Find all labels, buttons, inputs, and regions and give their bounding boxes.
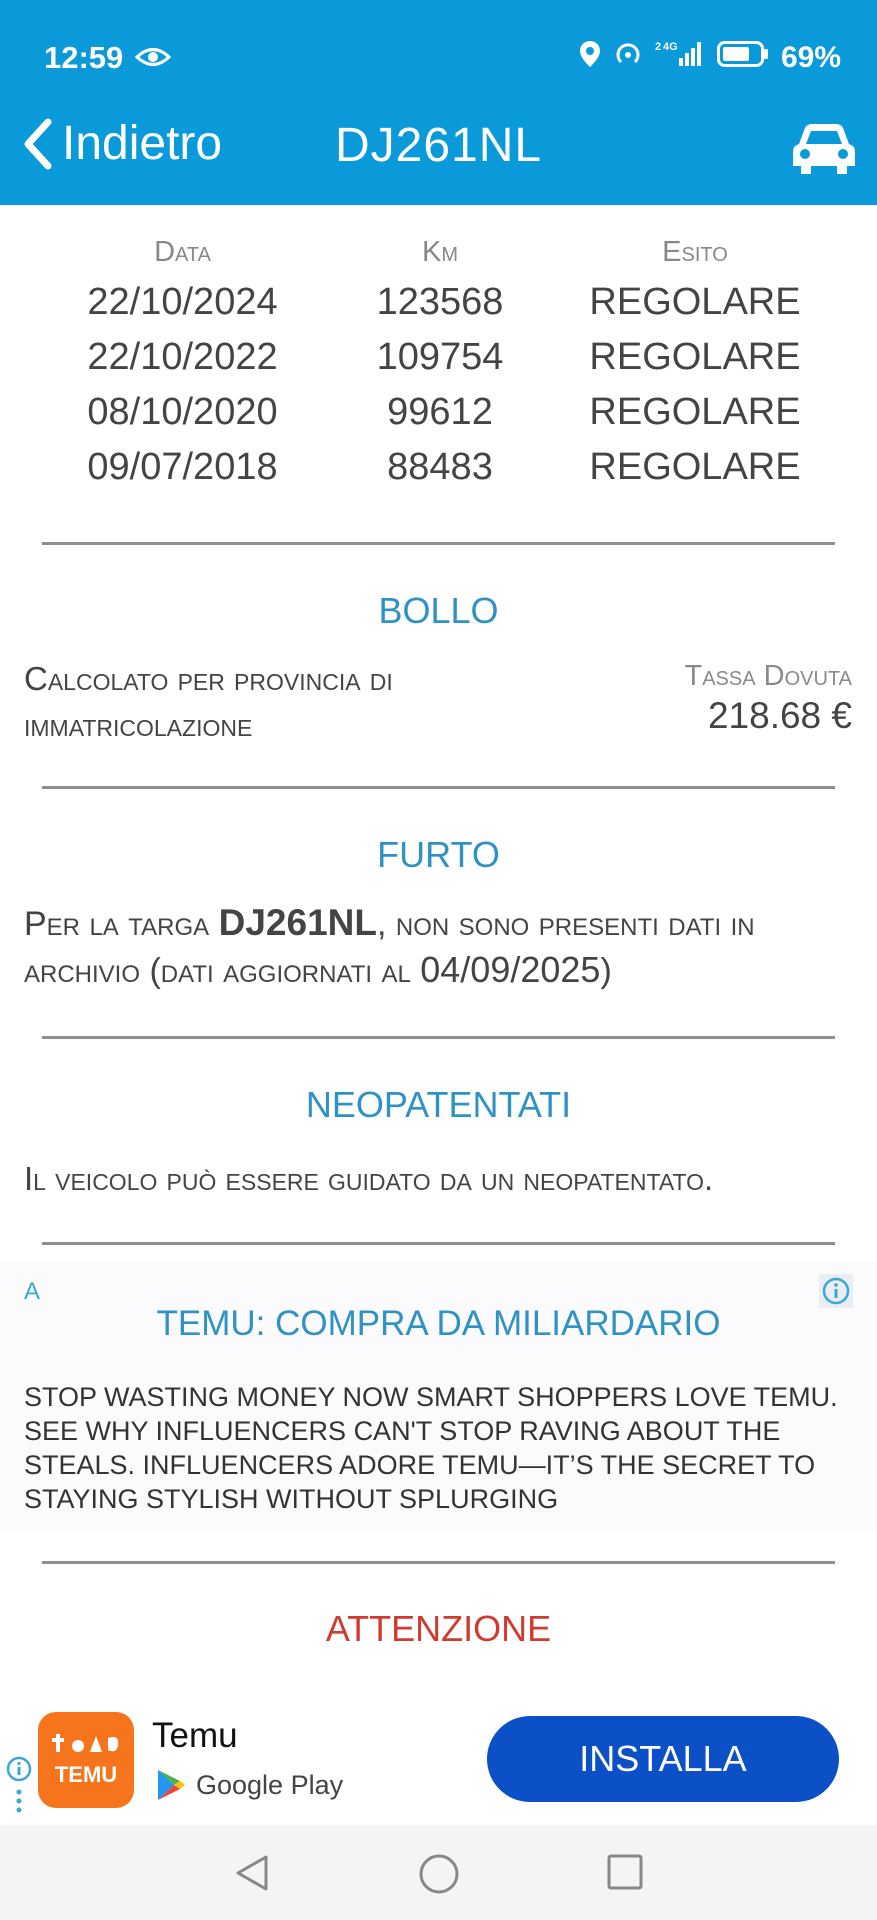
neopatentati-title: NEOPATENTATI [0,1084,877,1126]
divider [42,1561,835,1564]
nav-bar: Indietro DJ261NL [0,110,877,205]
column-header-esito: Esito [570,236,820,269]
native-ad[interactable]: A TEMU: COMPRA DA MILIARDARIO STOP WASTI… [0,1262,877,1532]
page-title: DJ261NL [335,118,542,173]
cell-esito: REGOLARE [570,391,820,434]
cell-data: 09/07/2018 [60,446,305,489]
column-header-data: Data [60,236,305,269]
cell-km: 99612 [330,391,550,434]
furto-line2: archivio (dati aggiornati al 04/09/2025) [24,947,864,994]
chevron-left-icon [22,118,52,170]
battery-icon [717,41,769,75]
cell-esito: REGOLARE [570,281,820,324]
furto-plate: DJ261NL [219,902,377,943]
status-time: 12:59 [44,40,123,76]
furto-prefix: Per la targa [24,905,219,943]
divider [42,1036,835,1039]
ad-text: STOP WASTING MONEY NOW SMART SHOPPERS LO… [24,1380,854,1516]
eye-icon [135,46,171,72]
status-bar: 12:59 24G 69% [0,0,877,110]
cell-esito: REGOLARE [570,336,820,379]
cell-km: 109754 [330,336,550,379]
cell-data: 22/10/2024 [60,281,305,324]
back-button[interactable]: Indietro [22,116,222,171]
cell-km: 123568 [330,281,550,324]
info-icon[interactable] [819,1274,853,1308]
cell-data: 22/10/2022 [60,336,305,379]
ad-title[interactable]: TEMU: COMPRA DA MILIARDARIO [0,1304,877,1344]
bollo-title: BOLLO [0,590,877,632]
divider [42,542,835,545]
hotspot-icon [613,40,643,76]
app-icon-label: TEMU [38,1762,134,1788]
cell-esito: REGOLARE [570,446,820,489]
recents-nav-icon[interactable] [606,1853,644,1891]
bollo-line1: Calcolato per provincia di [24,656,584,702]
svg-text:2: 2 [655,41,661,53]
app-name: Temu [152,1716,238,1756]
google-play-icon [156,1768,186,1802]
bollo-line2: immatricolazione [24,702,584,748]
cell-km: 88483 [330,446,550,489]
info-icon[interactable] [6,1756,32,1820]
attenzione-title: ATTENZIONE [0,1608,877,1650]
signal-icon: 24G [655,40,705,76]
furto-description: Per la targa DJ261NL, non sono presenti … [24,900,864,994]
divider [42,1242,835,1245]
google-play-badge: Google Play [156,1768,343,1802]
app-header: 12:59 24G 69% Indietro DJ261NL [0,0,877,205]
back-label: Indietro [62,116,222,171]
furto-title: FURTO [0,834,877,876]
cell-data: 08/10/2020 [60,391,305,434]
back-nav-icon[interactable] [232,1853,272,1893]
install-button[interactable]: INSTALLA [487,1716,839,1802]
install-banner[interactable]: TEMU Temu Google Play INSTALLA [0,1690,877,1825]
store-label: Google Play [196,1770,343,1801]
location-icon [579,40,601,76]
furto-line2-prefix: archivio (dati aggiornati al [24,952,420,990]
home-nav-icon[interactable] [418,1853,460,1895]
furto-date: 04/09/2025 [420,949,600,990]
status-icons: 24G 69% [579,40,841,76]
furto-line2-suffix: ) [600,952,611,990]
svg-text:4G: 4G [663,41,678,53]
tassa-value: 218.68 € [708,695,852,737]
neopatentati-text: Il veicolo può essere guidato da un neop… [24,1156,864,1202]
tassa-label: Tassa Dovuta [685,660,853,693]
car-icon[interactable] [791,120,857,180]
temu-app-icon[interactable]: TEMU [38,1712,134,1808]
bollo-description: Calcolato per provincia di immatricolazi… [24,656,584,748]
furto-line1: Per la targa DJ261NL, non sono presenti … [24,900,864,947]
battery-percent: 69% [781,41,841,75]
ad-badge: A [24,1278,40,1306]
furto-suffix: , non sono presenti dati in [377,905,755,943]
system-nav-bar [0,1825,877,1920]
column-header-km: Km [330,236,550,269]
divider [42,786,835,789]
